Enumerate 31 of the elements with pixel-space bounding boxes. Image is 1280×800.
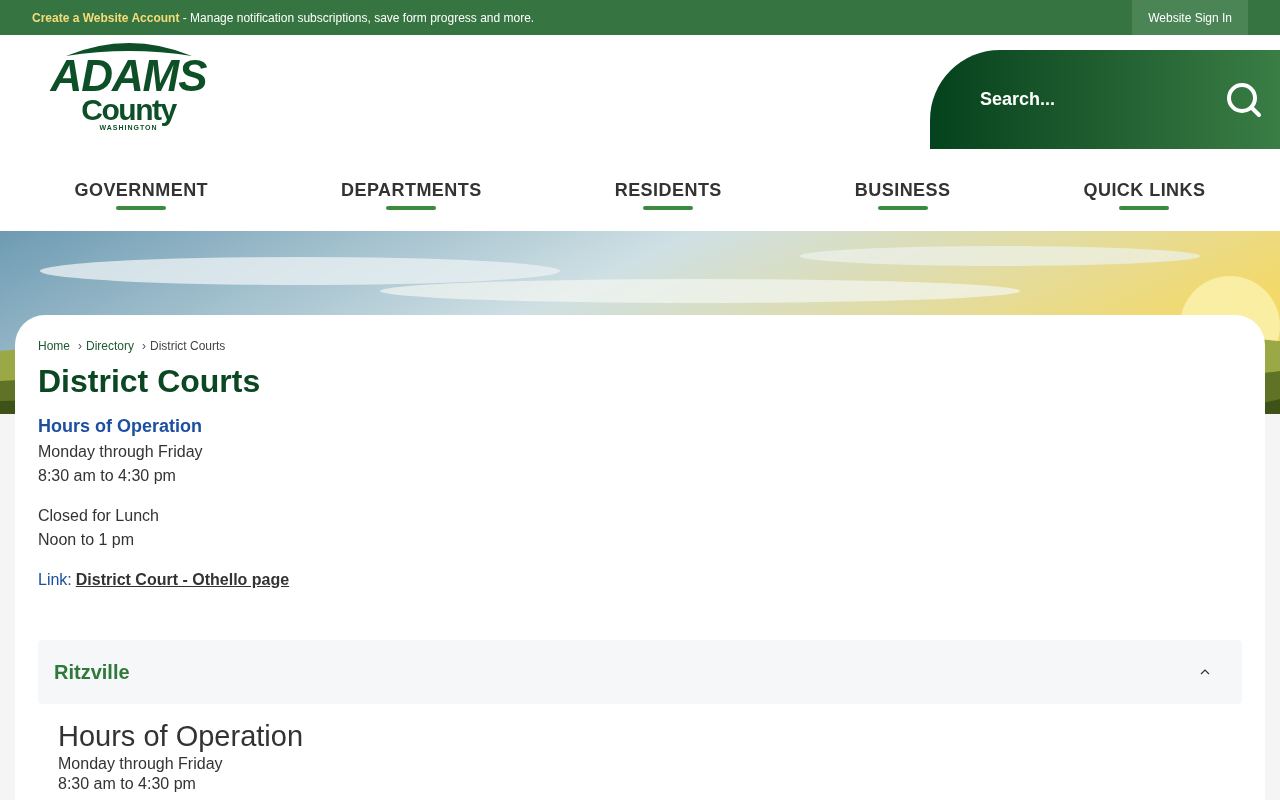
create-account-link[interactable]: Create a Website Account: [32, 10, 180, 25]
search-icon[interactable]: [1226, 81, 1262, 118]
nav-item[interactable]: BUSINESS: [854, 177, 951, 210]
search-field[interactable]: Search...: [980, 86, 1226, 113]
page-title: District Courts: [38, 362, 262, 401]
hours-text: 8:30 am to 4:30 pm: [38, 466, 177, 486]
accordion-header[interactable]: Ritzville: [38, 640, 1242, 704]
breadcrumb-separator: ›: [142, 338, 147, 355]
nav-item[interactable]: RESIDENTS: [614, 177, 722, 210]
nav-item[interactable]: DEPARTMENTS: [341, 177, 482, 210]
accordion-heading: Hours of Operation: [58, 719, 304, 754]
accordion-title: Ritzville: [54, 660, 130, 685]
lunch-text: Noon to 1 pm: [38, 530, 136, 550]
hours-text: 8:30 am to 4:30 pm: [58, 774, 197, 794]
nav-item[interactable]: GOVERNMENT: [74, 177, 209, 210]
section-heading: Hours of Operation: [38, 415, 203, 438]
logo-text: ADAMS: [50, 56, 207, 96]
lunch-text: Closed for Lunch: [38, 506, 160, 526]
logo-text: County: [81, 96, 176, 124]
othello-page-link[interactable]: District Court - Othello page: [75, 568, 290, 592]
hours-text: Monday through Friday: [58, 754, 224, 774]
nav-item[interactable]: QUICK LINKS: [1083, 177, 1206, 210]
breadcrumb-separator: ›: [78, 338, 82, 355]
sign-in-button[interactable]: Website Sign In: [1132, 0, 1248, 35]
link-label: Link:: [38, 570, 72, 590]
chevron-icon: [1200, 669, 1210, 675]
breadcrumb-link[interactable]: Home: [38, 337, 70, 355]
account-message: Create a Website Account - Manage notification subscriptions, save form progress and more.: [32, 9, 535, 27]
breadcrumb-link[interactable]: District Courts: [150, 337, 226, 355]
breadcrumb-link[interactable]: Directory: [86, 337, 135, 355]
hours-text: Monday through Friday: [38, 442, 204, 462]
